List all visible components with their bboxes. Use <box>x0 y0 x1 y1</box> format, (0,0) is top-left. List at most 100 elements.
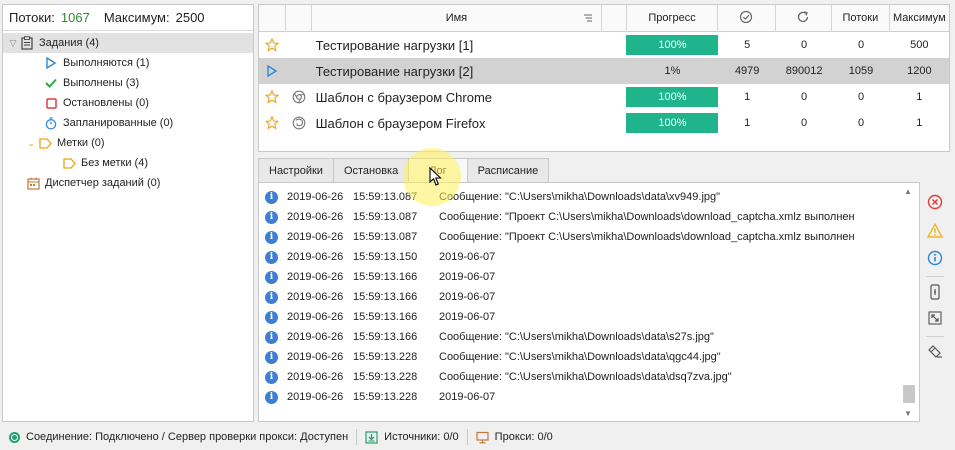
threads-cell: 0 <box>857 117 865 129</box>
threads-cell: 1059 <box>848 65 874 77</box>
retries-cell: 890012 <box>785 65 823 77</box>
chevron-down-icon[interactable]: ⌄ <box>25 138 37 149</box>
table-row[interactable]: Шаблон с браузером Firefox 100% 1 0 0 1 <box>259 110 949 136</box>
chevron-down-icon[interactable]: ▽ <box>7 38 19 49</box>
log-date: 2019-06-26 <box>287 271 344 283</box>
progress-cell: 100% <box>626 32 719 58</box>
info-icon: i <box>265 310 278 324</box>
table-row[interactable]: Тестирование нагрузки [2] 1% 4979 890012… <box>259 58 949 84</box>
scroll-lock-icon[interactable] <box>923 280 947 304</box>
threads-label: Потоки: <box>9 10 55 25</box>
warning-filter-icon[interactable] <box>923 218 947 242</box>
progress-bar: 100% <box>626 35 719 55</box>
task-name: Шаблон с браузером Chrome <box>315 89 493 105</box>
tree-item-scheduled[interactable]: Запланированные (0) <box>3 113 253 133</box>
left-pane: Потоки: 1067 Максимум: 2500 ▽ Задания (4… <box>2 4 254 422</box>
tab-stop[interactable]: Остановка <box>332 158 410 182</box>
info-filter-icon[interactable] <box>923 246 947 270</box>
clear-log-icon[interactable] <box>923 340 947 364</box>
log-message: Сообщение: "C:\Users\mikha\Downloads\dat… <box>439 331 714 343</box>
chrome-icon <box>286 84 312 110</box>
log-row[interactable]: i 2019-06-26 15:59:13.228 Сообщение: "C:\Us… <box>259 367 919 387</box>
play-icon[interactable] <box>259 58 286 84</box>
log-time: 15:59:13.166 <box>353 311 418 323</box>
log-row[interactable]: i 2019-06-26 15:59:13.150 2019-06-07 <box>259 247 919 267</box>
retries-cell: 0 <box>801 91 808 103</box>
tree-item-label: Выполнены (3) <box>63 77 140 89</box>
stopwatch-icon <box>43 116 59 130</box>
log-date: 2019-06-26 <box>287 231 344 243</box>
threads-value: 1067 <box>60 10 90 25</box>
log-row[interactable]: i 2019-06-26 15:59:13.228 2019-06-07 <box>259 387 919 407</box>
scroll-thumb[interactable] <box>903 385 915 403</box>
scroll-up-icon[interactable]: ▲ <box>901 185 915 197</box>
column-header-retries[interactable] <box>776 5 833 31</box>
proxies-status[interactable]: Прокси: 0/0 <box>476 431 553 444</box>
log-row[interactable]: i 2019-06-26 15:59:13.087 Сообщение: "Проек… <box>259 227 919 247</box>
log-message: 2019-06-07 <box>439 311 496 323</box>
log-row[interactable]: i 2019-06-26 15:59:13.228 Сообщение: "C:\Us… <box>259 347 919 367</box>
task-tree: ▽ Задания (4) Выполняются (1) Выполнены … <box>3 31 253 193</box>
log-row[interactable]: i 2019-06-26 15:59:13.166 2019-06-07 <box>259 267 919 287</box>
scroll-down-icon[interactable]: ▼ <box>901 407 915 419</box>
expand-icon[interactable] <box>923 306 947 330</box>
status-divider <box>356 429 358 445</box>
log-row[interactable]: i 2019-06-26 15:59:13.166 2019-06-07 <box>259 307 919 327</box>
max-cell: 1 <box>916 117 923 129</box>
log-row[interactable]: i 2019-06-26 15:59:13.166 Сообщение: "C:\Us… <box>259 327 919 347</box>
sort-icon[interactable] <box>583 13 593 26</box>
log-date: 2019-06-26 <box>287 291 344 303</box>
column-header-progress[interactable]: Прогресс <box>627 5 719 31</box>
tree-item-running[interactable]: Выполняются (1) <box>3 53 253 73</box>
table-row[interactable]: Шаблон с браузером Chrome 100% 1 0 0 1 <box>259 84 949 110</box>
tab-schedule[interactable]: Расписание <box>466 158 550 182</box>
tab-settings[interactable]: Настройки <box>258 158 334 182</box>
retries-cell: 0 <box>801 117 808 129</box>
task-type-cell <box>286 32 312 58</box>
task-name: Тестирование нагрузки [1] <box>315 37 474 53</box>
star-icon[interactable] <box>259 110 286 136</box>
column-header-threads[interactable]: Потоки <box>832 5 890 31</box>
tree-item-label: Диспетчер заданий (0) <box>45 177 161 189</box>
log-row[interactable]: i 2019-06-26 15:59:13.087 Сообщение: "Проек… <box>259 207 919 227</box>
column-header-max[interactable]: Максимум <box>890 5 949 31</box>
column-header-name[interactable]: Имя <box>312 5 603 31</box>
star-icon[interactable] <box>259 84 286 110</box>
table-row[interactable]: Тестирование нагрузки [1] 100% 5 0 0 500 <box>259 32 949 58</box>
column-header-type[interactable] <box>286 5 312 31</box>
task-name: Тестирование нагрузки [2] <box>315 63 474 79</box>
log-scrollbar[interactable]: ▲ ▼ <box>901 185 915 419</box>
stop-icon <box>43 96 59 110</box>
log-row[interactable]: i 2019-06-26 15:59:13.087 Сообщение: "C:\Us… <box>259 187 919 207</box>
column-header-favorite[interactable] <box>259 5 286 31</box>
tree-item-label: Выполняются (1) <box>63 57 150 69</box>
log-date: 2019-06-26 <box>287 351 344 363</box>
tree-item-stopped[interactable]: Остановлены (0) <box>3 93 253 113</box>
check-circle-icon <box>739 10 753 27</box>
tree-item-tasks[interactable]: ▽ Задания (4) <box>3 33 253 53</box>
column-header-empty[interactable] <box>602 5 627 31</box>
checkmark-icon <box>43 76 59 90</box>
max-value: 2500 <box>175 10 205 25</box>
log-time: 15:59:13.228 <box>353 371 418 383</box>
info-icon: i <box>265 370 278 384</box>
column-header-completed[interactable] <box>718 5 776 31</box>
connection-icon <box>9 431 20 443</box>
log-message: Сообщение: "C:\Users\mikha\Downloads\dat… <box>439 351 721 363</box>
log-row[interactable]: i 2019-06-26 15:59:13.166 2019-06-07 <box>259 287 919 307</box>
tree-item-no-tag[interactable]: Без метки (4) <box>3 153 253 173</box>
log-time: 15:59:13.166 <box>353 271 418 283</box>
star-icon[interactable] <box>259 32 286 58</box>
sources-text: Источники: 0/0 <box>384 431 459 443</box>
log-time: 15:59:13.228 <box>353 391 418 403</box>
tree-item-completed[interactable]: Выполнены (3) <box>3 73 253 93</box>
sources-status[interactable]: Источники: 0/0 <box>365 430 459 444</box>
tree-item-tags[interactable]: ⌄ Метки (0) <box>3 133 253 153</box>
tree-item-task-manager[interactable]: Диспетчер заданий (0) <box>3 173 253 193</box>
info-icon: i <box>265 230 278 244</box>
log-date: 2019-06-26 <box>287 191 344 203</box>
download-icon <box>365 430 378 444</box>
grid-header: Имя Прогресс Потоки Максимум <box>259 5 949 32</box>
toolbar-divider <box>926 336 944 337</box>
error-filter-icon[interactable] <box>923 190 947 214</box>
